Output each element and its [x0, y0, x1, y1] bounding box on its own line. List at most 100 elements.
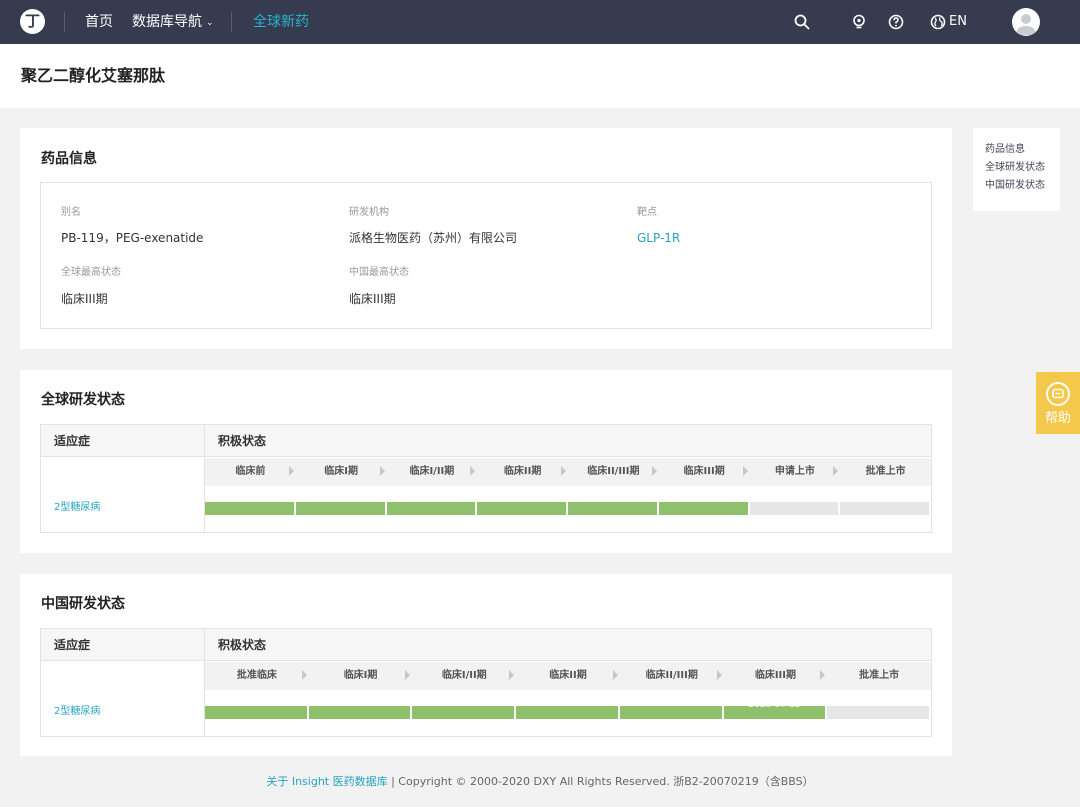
- title-bar: 聚乙二醇化艾塞那肽: [0, 44, 1080, 108]
- global-highest-status-value: 临床III期: [61, 292, 108, 306]
- stage-label: 申请上市: [774, 466, 815, 477]
- user-silhouette-icon: [1016, 14, 1036, 35]
- chat-bubble-icon: [1052, 388, 1064, 399]
- page-title: 聚乙二醇化艾塞那肽: [21, 66, 166, 85]
- nav-divider: [231, 12, 232, 32]
- stage-label: 临床I/II期: [409, 466, 455, 477]
- stage-label: 临床II/III期: [645, 670, 698, 681]
- global-status-table: 适应症 积极状态 2型糖尿病 临床前 临床I期 临床I/II期 临床II期 临床II/I…: [40, 424, 932, 533]
- nav-database-dropdown[interactable]: 数据库导航 ⌄: [132, 12, 214, 34]
- stage-label: 临床III期: [683, 466, 725, 477]
- progress-bar: [205, 502, 931, 515]
- question-icon[interactable]: [887, 13, 905, 31]
- stage-arrow-icon: [301, 670, 307, 680]
- nav-divider: [64, 12, 65, 32]
- stage-segment-completed: [412, 706, 515, 719]
- side-nav-drug-info[interactable]: 药品信息: [985, 143, 1025, 157]
- stage-segment-completed: [205, 502, 294, 515]
- section-side-nav: 药品信息 全球研发状态 中国研发状态: [973, 128, 1060, 211]
- stage-segment-completed: [477, 502, 566, 515]
- stage-segment-completed: [568, 502, 657, 515]
- side-nav-china-status[interactable]: 中国研发状态: [985, 179, 1045, 193]
- global-status-card: 全球研发状态 适应症 积极状态 2型糖尿病 临床前 临床I期 临床I/II期 临床II…: [20, 370, 952, 553]
- language-switch[interactable]: EN: [949, 12, 967, 32]
- col-indication-header: 适应症: [54, 638, 91, 652]
- stage-label: 批准上市: [865, 466, 906, 477]
- stage-segment-completed: [295, 502, 385, 515]
- stage-header: 批准临床 临床I期 临床I/II期 临床II期 临床II/III期 临床III期 批准上市: [205, 662, 931, 690]
- developer-value: 派格生物医药（苏州）有限公司: [349, 231, 518, 245]
- side-nav-global-status[interactable]: 全球研发状态: [985, 161, 1045, 175]
- footer-copyright: | Copyright © 2000-2020 DXY All Rights R…: [387, 775, 814, 788]
- stage-arrow-icon: [379, 466, 385, 476]
- user-avatar-icon[interactable]: [1012, 8, 1040, 36]
- target-link[interactable]: GLP-1R: [637, 230, 680, 246]
- stage-arrow-icon: [612, 670, 618, 680]
- stage-segment-pending: [840, 502, 929, 515]
- stage-segment-pending: [749, 502, 839, 515]
- stage-segment-pending: [827, 706, 929, 719]
- nav-global-new-drugs-link[interactable]: 全球新药: [253, 12, 309, 32]
- stage-label: 临床II期: [549, 670, 587, 681]
- help-button[interactable]: 帮助: [1036, 372, 1080, 434]
- stage-arrow-icon: [742, 466, 748, 476]
- stage-segment-completed: [386, 502, 476, 515]
- footer-about-link[interactable]: 关于 Insight 医药数据库: [266, 775, 387, 788]
- stage-label: 临床III期: [754, 670, 796, 681]
- indication-link[interactable]: 2型糖尿病: [54, 705, 100, 719]
- col-indication-header: 适应症: [54, 434, 91, 448]
- stage-arrow-icon: [288, 466, 294, 476]
- china-highest-status-label: 中国最高状态: [349, 267, 409, 278]
- stage-header: 临床前 临床I期 临床I/II期 临床II期 临床II/III期 临床III期 申请上市 批准…: [205, 458, 931, 486]
- china-status-table: 适应症 积极状态 2型糖尿病 批准临床 临床I期 临床I/II期 临床II期 临床II/…: [40, 628, 932, 737]
- stage-label: 临床I期: [324, 466, 358, 477]
- stage-segment-completed: [205, 706, 307, 719]
- search-icon[interactable]: [793, 13, 811, 31]
- stage-arrow-icon: [716, 670, 722, 680]
- drug-info-title: 药品信息: [41, 151, 97, 167]
- nav-home-link[interactable]: 首页: [85, 12, 113, 32]
- dxy-logo-icon[interactable]: 丁: [20, 9, 45, 34]
- stage-label: 临床I/II期: [441, 670, 487, 681]
- top-nav: 丁 首页 数据库导航 ⌄ 全球新药 EN: [0, 0, 1080, 44]
- global-status-title: 全球研发状态: [41, 392, 125, 408]
- help-label: 帮助: [1044, 411, 1071, 426]
- stage-label: 临床II期: [503, 466, 542, 477]
- stage-arrow-icon: [470, 466, 476, 476]
- progress-bar: 2020-07-15: [205, 700, 931, 719]
- stage-arrow-icon: [833, 466, 839, 476]
- indication-link[interactable]: 2型糖尿病: [54, 501, 100, 515]
- stage-label: 临床II/III期: [587, 466, 640, 477]
- china-highest-status-value: 临床III期: [349, 292, 396, 306]
- china-status-card: 中国研发状态 适应症 积极状态 2型糖尿病 批准临床 临床I期 临床I/II期 临床I…: [20, 574, 952, 756]
- stage-segment-completed: [658, 502, 748, 515]
- stage-segment-completed: 2020-07-15: [723, 700, 826, 719]
- stage-segment-completed: [619, 706, 722, 719]
- target-label: 靶点: [637, 207, 657, 218]
- alias-label: 别名: [61, 207, 81, 218]
- china-status-title: 中国研发状态: [41, 596, 125, 612]
- col-status-header: 积极状态: [218, 638, 267, 652]
- globe-icon[interactable]: [929, 13, 947, 31]
- chevron-down-icon: ⌄: [206, 18, 214, 28]
- stage-label: 批准上市: [859, 670, 900, 681]
- stage-label: 批准临床: [236, 670, 277, 681]
- nav-database-label: 数据库导航: [132, 14, 202, 30]
- global-highest-status-label: 全球最高状态: [61, 267, 121, 278]
- alias-value: PB-119，PEG-exenatide: [61, 231, 204, 245]
- stage-arrow-icon: [509, 670, 515, 680]
- table-header: 适应症 积极状态: [41, 629, 931, 661]
- stage-arrow-icon: [820, 670, 826, 680]
- bulb-icon[interactable]: [850, 13, 868, 31]
- stage-arrow-icon: [405, 670, 411, 680]
- drug-info-card: 药品信息 别名 PB-119，PEG-exenatide 研发机构 派格生物医药…: [20, 128, 952, 349]
- stage-segment-completed: [308, 706, 411, 719]
- stage-label: 临床前: [235, 466, 266, 477]
- stage-date: 2020-07-15: [748, 700, 801, 710]
- col-status-header: 积极状态: [218, 434, 267, 448]
- table-header: 适应症 积极状态: [41, 425, 931, 457]
- drug-info-box: 别名 PB-119，PEG-exenatide 研发机构 派格生物医药（苏州）有…: [40, 182, 932, 329]
- developer-label: 研发机构: [349, 207, 389, 218]
- stage-label: 临床I期: [343, 670, 378, 681]
- stage-arrow-icon: [561, 466, 566, 476]
